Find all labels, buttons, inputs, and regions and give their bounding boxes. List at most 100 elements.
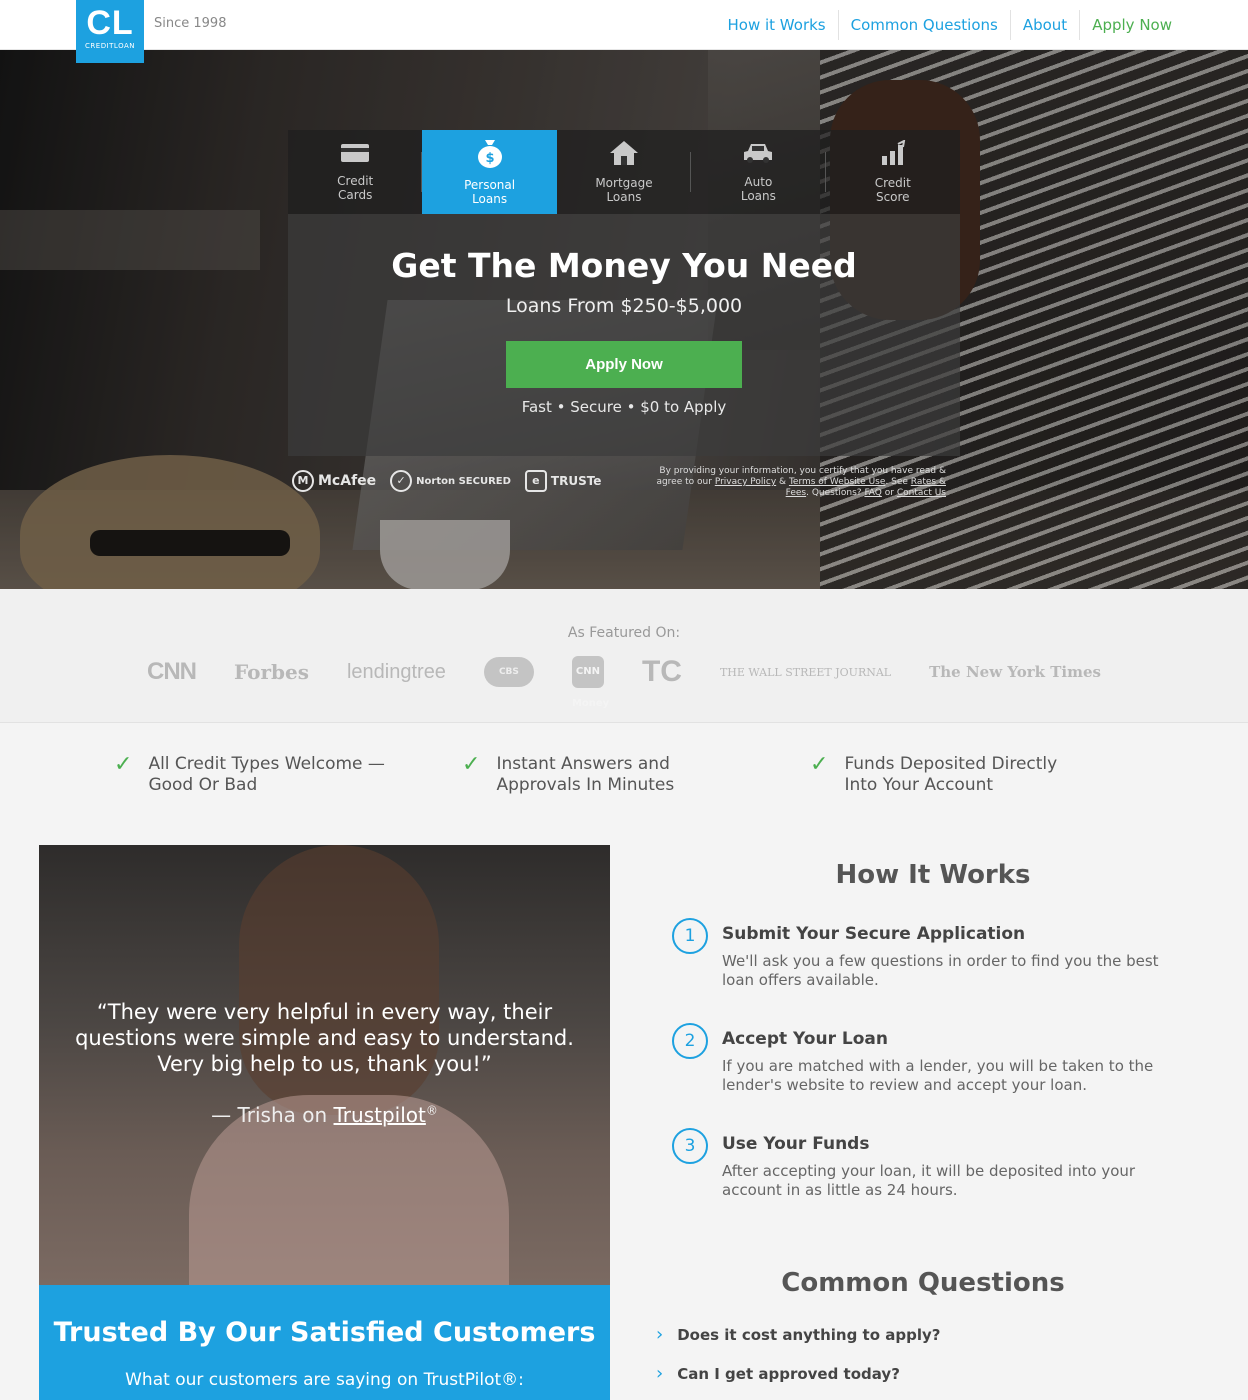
step-item: 1 Submit Your Secure Application We'll a… xyxy=(672,918,1182,990)
mcafee-badge: M McAfee xyxy=(292,470,376,492)
loan-type-tabs: Credit Cards $ Personal Loans Mortgage L… xyxy=(288,130,960,214)
testimonial-quote: “They were very helpful in every way, th… xyxy=(75,1000,574,1076)
faq-item[interactable]: › Can I get approved today? xyxy=(656,1363,900,1384)
faq-question: Can I get approved today? xyxy=(677,1364,900,1383)
trusted-banner: Trusted By Our Satisfied Customers What … xyxy=(39,1285,610,1400)
nav-apply-now[interactable]: Apply Now xyxy=(1079,10,1184,40)
tab-label-line1: Credit xyxy=(874,176,911,190)
checkmark-icon: ✓ xyxy=(390,470,413,492)
checkmark-icon: ✓ xyxy=(462,752,481,777)
nav-how-it-works[interactable]: How it Works xyxy=(716,10,838,40)
disclaimer-and: & xyxy=(779,477,787,487)
chevron-right-icon: › xyxy=(656,1363,664,1384)
step-number: 1 xyxy=(672,918,708,954)
nyt-logo: The New York Times xyxy=(929,663,1101,681)
benefit-text: Funds Deposited Directly Into Your Accou… xyxy=(844,754,1058,795)
logo[interactable]: CL CREDITLOAN xyxy=(76,0,144,63)
step-description: After accepting your loan, it will be de… xyxy=(722,1162,1136,1199)
tab-label-line1: Auto xyxy=(744,175,773,189)
how-it-works-title: How It Works xyxy=(835,860,1031,890)
step-description: We'll ask you a few questions in order t… xyxy=(722,952,1159,989)
truste-badge: e TRUSTe xyxy=(524,470,602,492)
step-item: 3 Use Your Funds After accepting your lo… xyxy=(672,1128,1182,1200)
hero-section: Credit Cards $ Personal Loans Mortgage L… xyxy=(0,50,1248,589)
checkmark-icon: ✓ xyxy=(114,752,133,777)
money-bag-icon: $ xyxy=(476,138,504,174)
truste-label: TRUSTe xyxy=(550,474,602,488)
house-icon xyxy=(609,140,639,172)
disclaimer-see: . See xyxy=(885,477,908,487)
press-logos: CNN Forbes lendingtree CBS CNN Money TC … xyxy=(0,655,1248,709)
trusted-subtitle: What our customers are saying on TrustPi… xyxy=(125,1370,524,1390)
chevron-right-icon: › xyxy=(656,1324,664,1345)
step-number: 3 xyxy=(672,1128,708,1164)
privacy-policy-link[interactable]: Privacy Policy xyxy=(715,477,776,487)
tab-credit-cards[interactable]: Credit Cards xyxy=(288,130,423,214)
terms-link[interactable]: Terms of Website Use xyxy=(789,477,885,487)
mcafee-label: McAfee xyxy=(318,473,377,489)
norton-label: Norton SECURED xyxy=(416,475,511,487)
step-title: Use Your Funds xyxy=(722,1134,870,1154)
step-title: Accept Your Loan xyxy=(722,1029,888,1049)
tab-label-line1: Credit xyxy=(337,174,374,188)
loan-panel: Get The Money You Need Loans From $250-$… xyxy=(288,214,960,456)
faq-item[interactable]: › Does it cost anything to apply? xyxy=(656,1324,940,1345)
bar-chart-icon xyxy=(879,139,907,172)
disclaimer-or: or xyxy=(884,488,894,498)
featured-label: As Featured On: xyxy=(567,625,681,641)
truste-icon: e xyxy=(524,470,547,492)
cbs-logo: CBS xyxy=(483,657,534,687)
featured-on-section: As Featured On: CNN Forbes lendingtree C… xyxy=(0,589,1248,723)
hero-title: Get The Money You Need xyxy=(391,246,857,285)
faq-link[interactable]: FAQ xyxy=(864,488,881,498)
wsj-logo: THE WALL STREET JOURNAL xyxy=(719,665,892,679)
benefit-item: ✓ Funds Deposited Directly Into Your Acc… xyxy=(810,754,1158,796)
shield-icon: M xyxy=(292,470,314,492)
testimonial-author: — Trisha on Trustpilot® xyxy=(39,1103,610,1127)
tab-mortgage-loans[interactable]: Mortgage Loans xyxy=(557,130,692,214)
car-icon xyxy=(742,141,774,171)
norton-badge: ✓ Norton SECURED xyxy=(390,470,511,492)
apply-now-button[interactable]: Apply Now xyxy=(506,341,742,388)
tab-label-line2: Loans xyxy=(472,192,508,206)
benefit-text: All Credit Types Welcome — Good Or Bad xyxy=(148,754,385,795)
site-header: CL CREDITLOAN Since 1998 How it Works Co… xyxy=(0,0,1248,63)
legal-disclaimer: By providing your information, you certi… xyxy=(640,466,946,499)
step-title: Submit Your Secure Application xyxy=(722,924,1026,944)
credit-card-icon xyxy=(340,142,370,170)
cnn-money-logo: CNN Money xyxy=(571,656,609,709)
common-questions-section: Common Questions › Does it cost anything… xyxy=(650,1268,1196,1384)
hero-tagline: Fast • Secure • $0 to Apply xyxy=(521,398,727,416)
benefits-row: ✓ All Credit Types Welcome — Good Or Bad… xyxy=(0,754,1248,796)
contact-us-link[interactable]: Contact Us xyxy=(897,488,946,498)
nav-common-questions[interactable]: Common Questions xyxy=(837,10,1010,40)
tab-credit-score[interactable]: Credit Score xyxy=(826,130,960,214)
how-it-works-section: How It Works 1 Submit Your Secure Applic… xyxy=(660,860,1190,1199)
trustpilot-link[interactable]: Trustpilot xyxy=(334,1103,426,1127)
forbes-logo: Forbes xyxy=(234,660,309,684)
logo-subtitle: CREDITLOAN xyxy=(85,42,135,50)
tab-auto-loans[interactable]: Auto Loans xyxy=(691,130,826,214)
tab-label-line1: Mortgage xyxy=(595,176,653,190)
nav-about[interactable]: About xyxy=(1009,10,1079,40)
step-item: 2 Accept Your Loan If you are matched wi… xyxy=(672,1023,1182,1095)
tab-personal-loans[interactable]: $ Personal Loans xyxy=(422,130,557,214)
tab-label-line2: Cards xyxy=(338,188,373,202)
testimonial-by-prefix: — Trisha on xyxy=(211,1103,328,1127)
benefit-text: Instant Answers and Approvals In Minutes xyxy=(496,754,675,795)
cnn-logo: CNN xyxy=(147,658,197,685)
tab-label-line2: Score xyxy=(875,190,910,204)
benefit-item: ✓ Instant Answers and Approvals In Minut… xyxy=(462,754,810,796)
logo-mark: CL xyxy=(86,4,134,42)
lendingtree-logo: lendingtree xyxy=(346,660,446,683)
benefit-item: ✓ All Credit Types Welcome — Good Or Bad xyxy=(114,754,462,796)
registered-mark: ® xyxy=(425,1103,438,1118)
trusted-title: Trusted By Our Satisfied Customers xyxy=(53,1317,596,1348)
svg-text:$: $ xyxy=(485,151,494,166)
checkmark-icon: ✓ xyxy=(810,752,829,777)
security-badges: M McAfee ✓ Norton SECURED e TRUSTe xyxy=(292,470,601,492)
disclaimer-questions: . Questions? xyxy=(806,488,862,498)
main-nav: How it Works Common Questions About Appl… xyxy=(716,10,1185,40)
tab-label-line2: Loans xyxy=(740,189,776,203)
step-number: 2 xyxy=(672,1023,708,1059)
